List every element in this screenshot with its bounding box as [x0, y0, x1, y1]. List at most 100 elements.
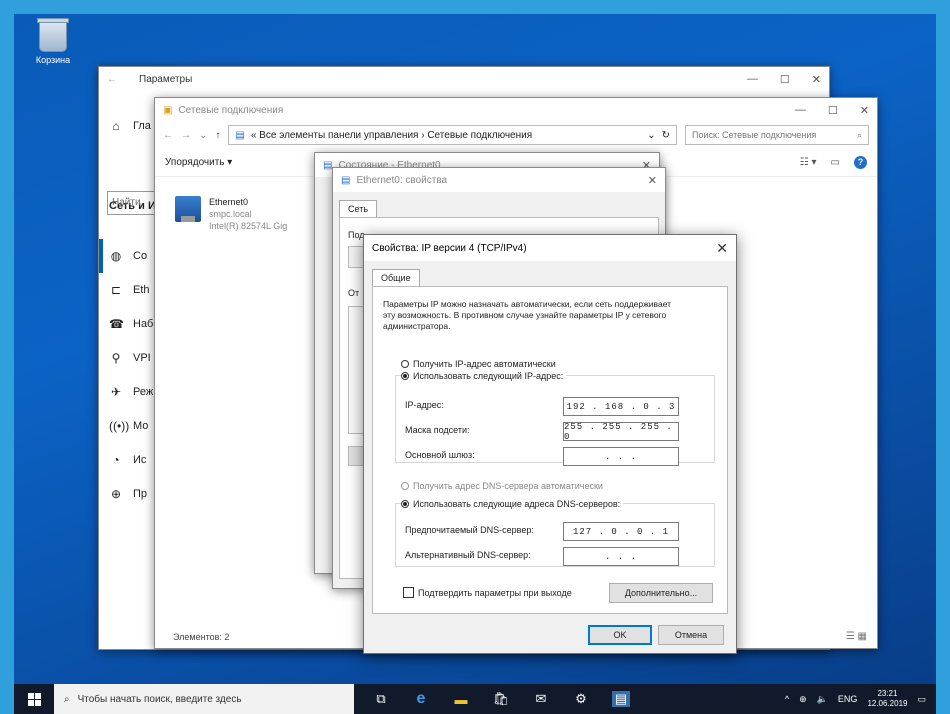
ipv4-titlebar: Свойства: IP версии 4 (TCP/IPv4) ✕ [364, 235, 736, 261]
auto-ip-label: Получить IP-адрес автоматически [413, 359, 556, 369]
radio-unchecked-icon [401, 360, 409, 368]
tab-general[interactable]: Общие [372, 269, 420, 286]
subnet-mask-field[interactable]: 255 . 255 . 255 . 0 [563, 422, 679, 442]
minimize-button[interactable]: — [747, 73, 758, 86]
sidebar-item-label: Eth [133, 284, 150, 296]
sidebar-item-label: Мо [133, 420, 149, 432]
netconn-titlebar: ▣ Сетевые подключения — ☐ ✕ [155, 98, 877, 122]
search-icon: ⌕ [64, 693, 70, 705]
close-button[interactable]: ✕ [812, 73, 821, 86]
sidebar-item-label: Ис [133, 454, 147, 466]
home-icon: ⌂ [112, 119, 120, 133]
back-arrow-icon[interactable]: ← [107, 74, 117, 85]
address-bar[interactable]: ▤ « Все элементы панели управления › Сет… [228, 125, 677, 145]
chevron-down-icon[interactable]: ⌄ [647, 130, 655, 141]
refresh-icon[interactable]: ↻ [662, 130, 670, 141]
manual-dns-radio[interactable]: Использовать следующие адреса DNS-сервер… [401, 499, 624, 509]
forward-arrow-icon[interactable]: → [181, 130, 191, 141]
sidebar-item-flight-mode[interactable]: ✈ Реж [99, 375, 159, 409]
clock[interactable]: 23:21 12.06.2019 [867, 689, 907, 709]
ok-button[interactable]: OK [588, 625, 652, 645]
gateway-field[interactable]: . . . [563, 447, 679, 466]
auto-ip-radio[interactable]: Получить IP-адрес автоматически [401, 359, 556, 369]
manual-ip-radio[interactable]: Использовать следующий IP-адрес: [401, 371, 567, 381]
network-adapter-icon [175, 196, 201, 222]
input-language[interactable]: ENG [838, 694, 858, 704]
up-arrow-icon[interactable]: ↑ [215, 130, 220, 141]
view-options-icon[interactable]: ☷ ▾ [800, 157, 817, 168]
adapter-network: smpc.local [209, 209, 252, 219]
sidebar-item-vpn[interactable]: ⚲ VPI [99, 341, 159, 375]
maximize-button[interactable]: ☐ [780, 73, 790, 86]
globe-icon: ◍ [110, 249, 122, 263]
advanced-button[interactable]: Дополнительно... [609, 583, 713, 603]
close-button[interactable]: ✕ [648, 174, 657, 187]
system-tray: ^ ⊕ 🔈 ENG 23:21 12.06.2019 ▭ [785, 689, 936, 709]
sidebar-item-label: Наб [133, 318, 154, 330]
notifications-icon[interactable]: ▭ [917, 694, 926, 705]
sidebar-item-proxy[interactable]: ⊕ Пр [99, 477, 159, 511]
chevron-up-icon[interactable]: ^ [785, 694, 789, 704]
edge-browser-icon[interactable]: e [412, 690, 430, 707]
netconn-search-input[interactable]: Поиск: Сетевые подключения ⌕ [685, 125, 869, 145]
sidebar-item-label: Пр [133, 488, 148, 500]
store-icon[interactable]: 🛍 [492, 691, 510, 707]
taskbar-search-input[interactable]: ⌕ Чтобы начать поиск, введите здесь [54, 684, 354, 714]
proxy-icon: ⊕ [110, 487, 122, 501]
sidebar-item-status[interactable]: ◍ Со [99, 239, 159, 273]
manual-dns-label: Использовать следующие адреса DNS-сервер… [413, 499, 621, 509]
components-label: От [348, 288, 360, 298]
minimize-button[interactable]: — [795, 104, 806, 117]
network-tray-icon[interactable]: ⊕ [799, 694, 807, 705]
sidebar-item-hotspot[interactable]: ((•)) Мо [99, 409, 159, 443]
view-toggle-icons[interactable]: ☰ ▦ [846, 631, 867, 642]
alternate-dns-label: Альтернативный DNS-сервер: [405, 550, 531, 560]
settings-home[interactable]: ⌂ Гла [99, 109, 159, 143]
settings-title: Параметры [139, 73, 193, 85]
sidebar-item-dialup[interactable]: ☎ Наб [99, 307, 159, 341]
sidebar-item-label: Реж [133, 386, 154, 398]
task-view-icon[interactable]: ⧉ [372, 691, 390, 707]
mail-icon[interactable]: ✉ [532, 691, 550, 707]
ipv4-properties-dialog: Свойства: IP версии 4 (TCP/IPv4) ✕ Общие… [363, 234, 737, 654]
network-connections-taskbar-icon[interactable]: ▤ [612, 691, 630, 707]
help-icon[interactable]: ? [854, 155, 867, 169]
preferred-dns-field[interactable]: 127 . 0 . 0 . 1 [563, 522, 679, 541]
ip-address-field[interactable]: 192 . 168 . 0 . 3 [563, 397, 679, 416]
dialup-icon: ☎ [109, 317, 124, 331]
back-arrow-icon[interactable]: ← [163, 130, 173, 141]
network-folder-icon: ▣ [163, 104, 173, 116]
maximize-button[interactable]: ☐ [828, 104, 838, 117]
adapter-ethernet0[interactable]: Ethernet0 smpc.local Intel(R) 82574L Gig [175, 196, 287, 232]
search-icon: ⌕ [856, 129, 862, 140]
file-explorer-icon[interactable]: ▬ [452, 691, 470, 707]
auto-dns-radio[interactable]: Получить адрес DNS-сервера автоматически [401, 481, 603, 491]
chevron-down-icon[interactable]: ⌄ [199, 130, 207, 141]
recycle-bin-label: Корзина [35, 55, 71, 65]
network-icon: ▤ [341, 174, 351, 186]
sidebar-item-data-usage[interactable]: ◔ Ис [99, 443, 159, 477]
address-bar-row: ← → ⌄ ↑ ▤ « Все элементы панели управлен… [155, 122, 877, 148]
recycle-bin-shortcut[interactable]: Корзина [28, 18, 78, 65]
cancel-button[interactable]: Отмена [658, 625, 724, 645]
ipv4-general-panel: Параметры IP можно назначать автоматичес… [372, 286, 728, 614]
close-button[interactable]: ✕ [716, 240, 728, 257]
alternate-dns-field[interactable]: . . . [563, 547, 679, 566]
data-usage-icon: ◔ [112, 453, 120, 467]
start-button[interactable] [14, 692, 54, 706]
validate-settings-label: Подтвердить параметры при выходе [418, 587, 572, 598]
organize-button[interactable]: Упорядочить ▾ [165, 157, 232, 168]
validate-settings-checkbox[interactable]: Подтвердить параметры при выходе [403, 587, 572, 598]
netconn-title: Сетевые подключения [178, 104, 284, 116]
sidebar-item-ethernet[interactable]: ⊏ Eth [99, 273, 159, 307]
preview-pane-icon[interactable]: ▭ [831, 157, 840, 168]
tab-network[interactable]: Сеть [339, 200, 378, 217]
control-panel-icon: ▤ [235, 129, 245, 141]
clock-time: 23:21 [877, 689, 898, 698]
close-button[interactable]: ✕ [860, 104, 869, 117]
volume-icon[interactable]: 🔈 [817, 694, 828, 705]
settings-gear-icon[interactable]: ⚙ [572, 691, 590, 707]
checkbox-unchecked-icon [403, 587, 414, 598]
settings-search-input[interactable]: Найти [107, 191, 155, 215]
auto-dns-label: Получить адрес DNS-сервера автоматически [413, 481, 603, 491]
